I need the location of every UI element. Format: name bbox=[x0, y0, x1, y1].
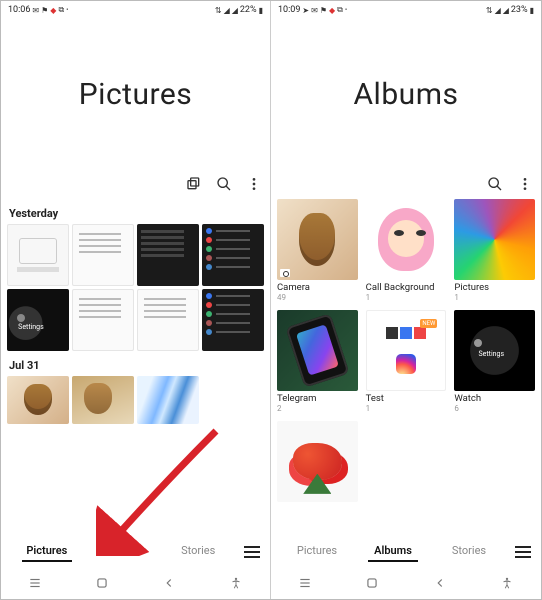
battery-text: 22% bbox=[240, 5, 257, 15]
photo-thumb[interactable] bbox=[7, 224, 69, 286]
signal-icon: ◢ bbox=[224, 6, 230, 15]
signal-icon: ◢ bbox=[495, 6, 501, 15]
notification-icon: ⧉ bbox=[58, 5, 64, 15]
signal-icon: ◢ bbox=[232, 6, 238, 15]
photo-thumb[interactable] bbox=[7, 289, 69, 351]
android-navbar bbox=[1, 569, 270, 599]
album-count: 49 bbox=[277, 293, 358, 302]
album-name: Camera bbox=[277, 283, 358, 293]
album-count: 1 bbox=[366, 293, 447, 302]
toolbar bbox=[1, 169, 270, 199]
accessibility-icon[interactable] bbox=[229, 575, 243, 594]
wifi-icon: ⇅ bbox=[486, 6, 493, 15]
battery-icon: ▮ bbox=[259, 6, 263, 15]
album-name: Call Background bbox=[366, 283, 447, 293]
album-name: Test bbox=[366, 394, 447, 404]
album-count: 2 bbox=[277, 404, 358, 413]
page-title: Albums bbox=[353, 77, 458, 112]
section-header: Jul 31 bbox=[9, 359, 264, 372]
album-item[interactable]: NEW Test 1 bbox=[366, 310, 447, 413]
more-icon[interactable] bbox=[246, 176, 262, 192]
notification-icon: ⚑ bbox=[320, 6, 327, 15]
search-icon[interactable] bbox=[487, 176, 503, 192]
album-item[interactable]: Pictures 1 bbox=[454, 199, 535, 302]
albums-screen: 10:09 ➤ ✉ ⚑ ◆ ⧉ • ⇅ ◢ ◢ 23% ▮ Albums bbox=[271, 1, 541, 599]
album-count: 1 bbox=[366, 404, 447, 413]
tab-stories[interactable]: Stories bbox=[162, 544, 234, 560]
photo-thumb[interactable] bbox=[137, 224, 199, 286]
section-header: Yesterday bbox=[9, 207, 264, 220]
battery-icon: ▮ bbox=[530, 6, 534, 15]
content-scroll[interactable]: Camera 49 Call Background 1 Pictures 1 T… bbox=[271, 199, 541, 535]
hamburger-icon[interactable] bbox=[238, 546, 260, 558]
recents-icon[interactable] bbox=[28, 575, 42, 594]
photo-thumb[interactable] bbox=[137, 289, 199, 351]
new-badge: NEW bbox=[420, 319, 437, 328]
tab-albums[interactable]: Albums bbox=[357, 544, 429, 560]
camera-icon bbox=[280, 269, 290, 277]
toolbar bbox=[271, 169, 541, 199]
bottom-tabs: Pictures Albums Stories bbox=[271, 535, 541, 569]
status-bar: 10:09 ➤ ✉ ⚑ ◆ ⧉ • ⇅ ◢ ◢ 23% ▮ bbox=[271, 1, 541, 19]
search-icon[interactable] bbox=[216, 176, 232, 192]
photo-thumb[interactable] bbox=[72, 289, 134, 351]
more-dot-icon: • bbox=[345, 6, 347, 14]
album-name: Pictures bbox=[454, 283, 535, 293]
back-icon[interactable] bbox=[162, 575, 176, 594]
tab-albums[interactable]: Albums bbox=[87, 544, 159, 560]
tab-pictures[interactable]: Pictures bbox=[281, 544, 353, 560]
album-item[interactable]: Watch 6 bbox=[454, 310, 535, 413]
wifi-icon: ⇅ bbox=[215, 6, 222, 15]
content-scroll[interactable]: Yesterday Jul 31 bbox=[1, 199, 270, 535]
recents-icon[interactable] bbox=[298, 575, 312, 594]
photo-thumb[interactable] bbox=[202, 224, 264, 286]
photo-thumb[interactable] bbox=[72, 376, 134, 424]
page-title: Pictures bbox=[79, 77, 193, 112]
select-icon[interactable] bbox=[186, 176, 202, 192]
home-icon[interactable] bbox=[95, 575, 109, 594]
status-time: 10:09 bbox=[278, 5, 300, 15]
album-item[interactable]: Camera 49 bbox=[277, 199, 358, 302]
bottom-tabs: Pictures Albums Stories bbox=[1, 535, 270, 569]
more-dot-icon: • bbox=[66, 6, 68, 14]
tab-pictures[interactable]: Pictures bbox=[11, 544, 83, 560]
android-navbar bbox=[271, 569, 541, 599]
album-name: Telegram bbox=[277, 394, 358, 404]
notification-icon: ◆ bbox=[329, 6, 335, 15]
photo-thumb[interactable] bbox=[202, 289, 264, 351]
pictures-screen: 10:06 ✉ ⚑ ◆ ⧉ • ⇅ ◢ ◢ 22% ▮ Pictures bbox=[1, 1, 271, 599]
album-name: Watch bbox=[454, 394, 535, 404]
photo-thumb[interactable] bbox=[137, 376, 199, 424]
title-area: Pictures bbox=[1, 19, 270, 169]
notification-icon: ✉ bbox=[32, 6, 39, 15]
notification-icon: ⧉ bbox=[337, 5, 343, 15]
back-icon[interactable] bbox=[433, 575, 447, 594]
photo-thumb[interactable] bbox=[7, 376, 69, 424]
album-item[interactable]: Telegram 2 bbox=[277, 310, 358, 413]
album-item[interactable]: Call Background 1 bbox=[366, 199, 447, 302]
signal-icon: ◢ bbox=[503, 6, 509, 15]
title-area: Albums bbox=[271, 19, 541, 169]
status-bar: 10:06 ✉ ⚑ ◆ ⧉ • ⇅ ◢ ◢ 22% ▮ bbox=[1, 1, 270, 19]
tab-stories[interactable]: Stories bbox=[433, 544, 505, 560]
album-item[interactable] bbox=[277, 421, 358, 505]
home-icon[interactable] bbox=[365, 575, 379, 594]
hamburger-icon[interactable] bbox=[509, 546, 531, 558]
album-count: 1 bbox=[454, 293, 535, 302]
battery-text: 23% bbox=[511, 5, 528, 15]
notification-icon: ⚑ bbox=[41, 6, 48, 15]
photo-thumb[interactable] bbox=[72, 224, 134, 286]
status-time: 10:06 bbox=[8, 5, 30, 15]
album-count: 6 bbox=[454, 404, 535, 413]
notification-icon: ➤ bbox=[302, 6, 309, 15]
more-icon[interactable] bbox=[517, 176, 533, 192]
notification-icon: ✉ bbox=[311, 6, 318, 15]
notification-icon: ◆ bbox=[50, 6, 56, 15]
accessibility-icon[interactable] bbox=[500, 575, 514, 594]
